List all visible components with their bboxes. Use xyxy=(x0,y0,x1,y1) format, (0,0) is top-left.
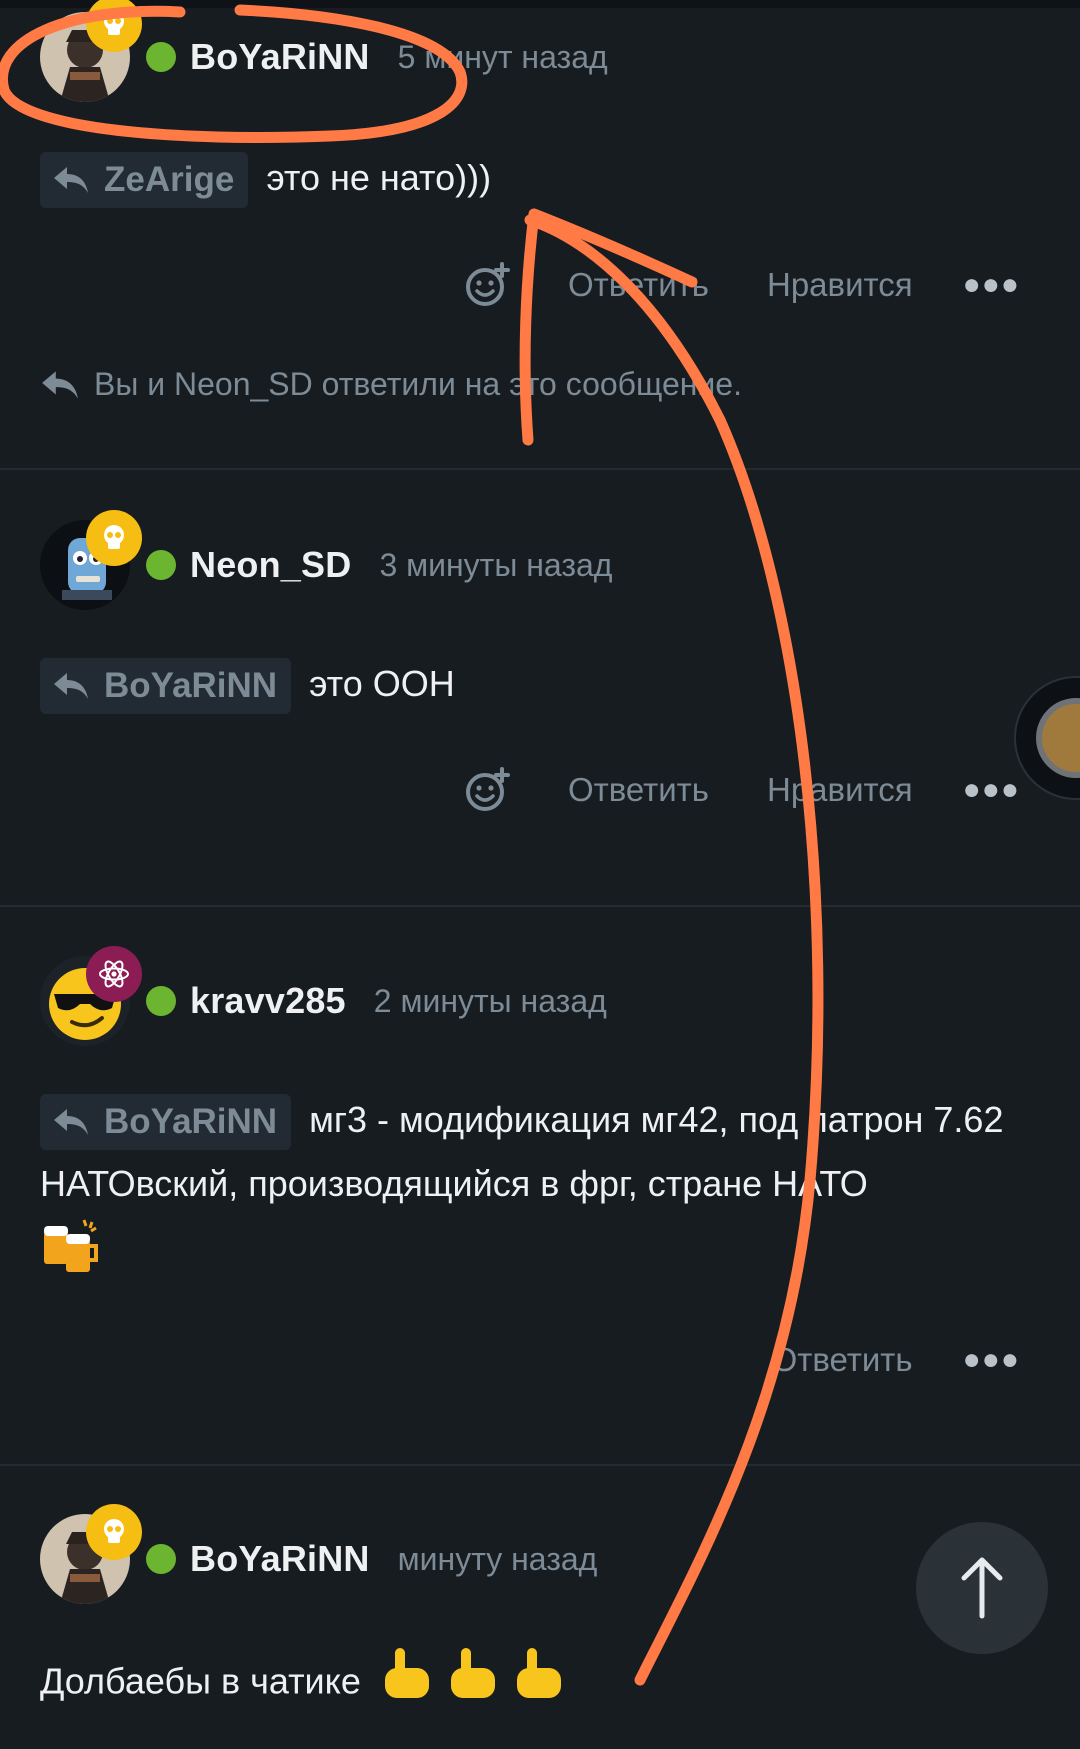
add-reaction-icon[interactable] xyxy=(464,262,510,308)
divider xyxy=(0,905,1080,907)
divider xyxy=(0,1464,1080,1466)
reply-to-username: BoYaRiNN xyxy=(104,1102,278,1142)
avatar[interactable] xyxy=(40,510,142,610)
timestamp[interactable]: минуту назад xyxy=(398,1541,598,1578)
avatar[interactable] xyxy=(40,946,142,1046)
replied-note[interactable]: Вы и Neon_SD ответили на это сообщение. xyxy=(40,366,742,403)
avatar[interactable] xyxy=(40,1504,142,1604)
comment-actions: Ответить Нравится ●●● xyxy=(464,255,1020,315)
username[interactable]: kravv285 xyxy=(190,980,346,1022)
timestamp[interactable]: 3 минуты назад xyxy=(379,547,612,584)
reply-to-username: BoYaRiNN xyxy=(104,666,278,706)
comment-body: BoYaRiNN мг3 - модификация мг42, под пат… xyxy=(40,1088,1040,1298)
annotation-arrowhead xyxy=(519,208,698,446)
online-status-dot xyxy=(146,986,176,1016)
comment-actions: Ответить ●●● xyxy=(714,1330,1020,1390)
comment-body: Долбаебы в чатике xyxy=(40,1646,1040,1722)
pointing-finger-emoji xyxy=(381,1646,563,1722)
comment-header: Neon_SD 3 минуты назад xyxy=(40,510,612,610)
skull-icon xyxy=(86,510,142,566)
reply-arrow-icon xyxy=(54,167,88,194)
replied-note-text: Вы и Neon_SD ответили на это сообщение. xyxy=(94,366,742,402)
divider xyxy=(0,468,1080,470)
comment-header: BoYaRiNN минуту назад xyxy=(40,1504,598,1604)
skull-icon xyxy=(86,1504,142,1560)
like-button[interactable]: Нравится xyxy=(767,771,913,809)
skull-icon xyxy=(86,0,142,52)
floating-avatar xyxy=(1036,698,1080,778)
annotation-arrow xyxy=(524,214,824,1686)
comment-text: Долбаебы в чатике xyxy=(40,1660,361,1702)
reply-button[interactable]: Ответить xyxy=(568,266,709,304)
avatar[interactable] xyxy=(40,0,142,102)
more-options-icon[interactable]: ●●● xyxy=(963,268,1020,302)
online-status-dot xyxy=(146,1544,176,1574)
more-options-icon[interactable]: ●●● xyxy=(963,1343,1020,1377)
comment-header: kravv285 2 минуты назад xyxy=(40,946,607,1046)
comment-header: BoYaRiNN 5 минут назад xyxy=(40,0,608,102)
reply-arrow-icon xyxy=(54,1109,88,1136)
reply-to-username: ZeArige xyxy=(104,160,235,200)
username[interactable]: BoYaRiNN xyxy=(190,1538,370,1580)
timestamp[interactable]: 2 минуты назад xyxy=(374,983,607,1020)
add-reaction-icon[interactable] xyxy=(464,767,510,813)
comment-actions: Ответить Нравится ●●● xyxy=(464,760,1020,820)
comment-text: это не нато))) xyxy=(266,157,492,198)
username[interactable]: BoYaRiNN xyxy=(190,36,370,78)
reply-arrow-icon xyxy=(54,673,88,700)
arrow-up-icon xyxy=(961,1557,1003,1619)
beer-mugs-emoji xyxy=(40,1216,102,1298)
top-bar-edge xyxy=(0,0,1080,8)
like-button[interactable]: Нравится xyxy=(767,266,913,304)
reply-to-chip[interactable]: ZeArige xyxy=(40,152,249,209)
reply-button[interactable]: Ответить xyxy=(568,771,709,809)
atom-icon xyxy=(86,946,142,1002)
scroll-to-top-button[interactable] xyxy=(916,1522,1048,1654)
timestamp[interactable]: 5 минут назад xyxy=(398,39,608,76)
online-status-dot xyxy=(146,550,176,580)
more-options-icon[interactable]: ●●● xyxy=(963,773,1020,807)
reply-to-chip[interactable]: BoYaRiNN xyxy=(40,658,292,715)
username[interactable]: Neon_SD xyxy=(190,544,351,586)
reply-arrow-icon xyxy=(42,370,78,399)
reply-to-chip[interactable]: BoYaRiNN xyxy=(40,1094,292,1151)
comment-text: это ООН xyxy=(309,663,455,704)
comment-body: ZeArige это не нато))) xyxy=(40,146,1040,210)
reply-button[interactable]: Ответить xyxy=(772,1341,913,1379)
online-status-dot xyxy=(146,42,176,72)
comment-body: BoYaRiNN это ООН xyxy=(40,652,1040,716)
